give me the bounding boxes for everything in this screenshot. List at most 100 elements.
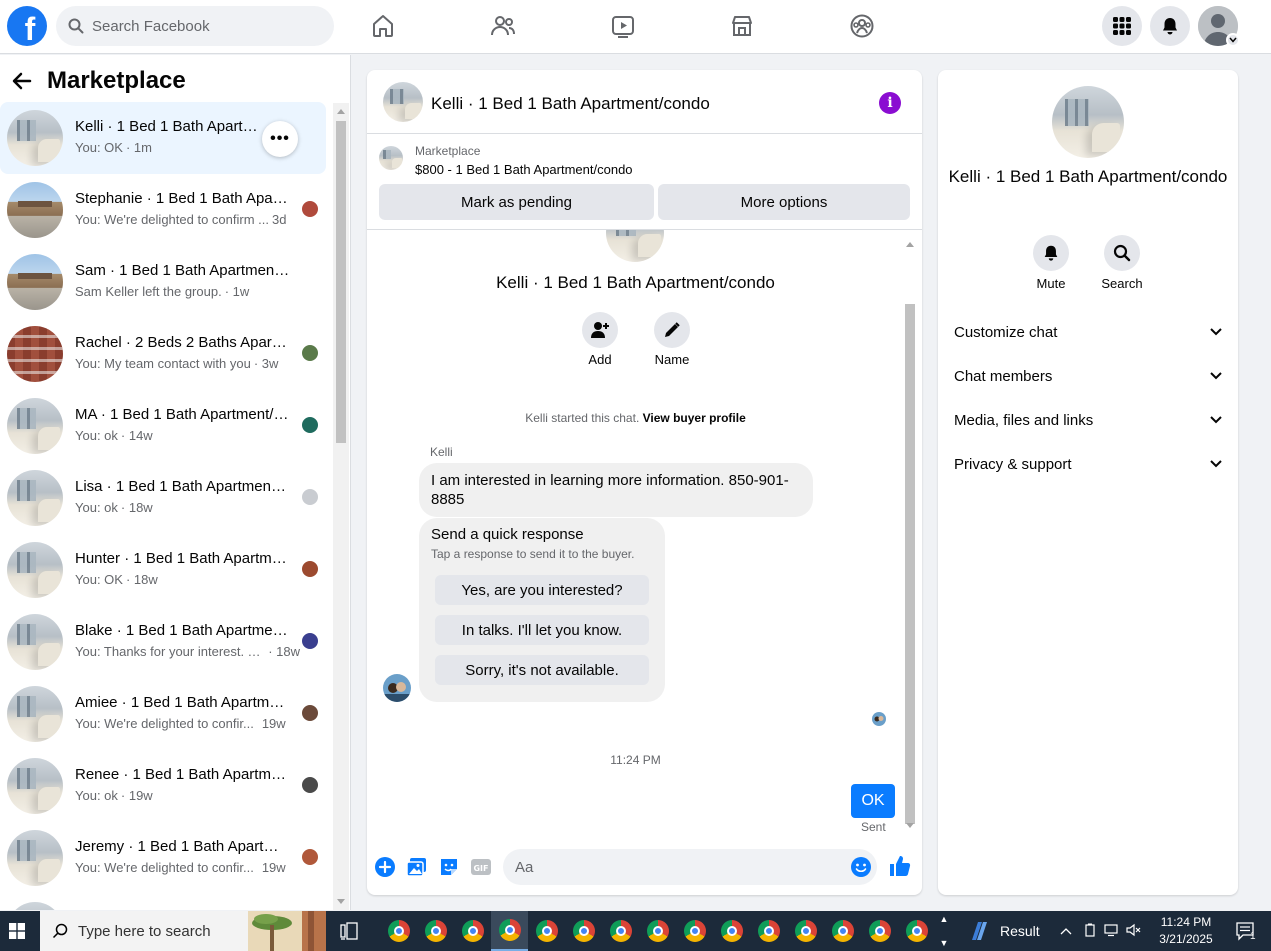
chrome-app-icon[interactable]	[824, 911, 861, 951]
conversation-item[interactable]: Stephanie · 1 Bed 1 Bath Apartment/condo…	[0, 174, 326, 246]
conversation-item[interactable]: Kelli · 1 Bed 1 Bath Apartment/condo You…	[0, 102, 326, 174]
quick-response-button[interactable]: Yes, are you interested?	[435, 575, 649, 605]
home-icon[interactable]	[367, 10, 399, 42]
conversation-item[interactable]: MA · 1 Bed 1 Bath Apartment/condo You: o…	[0, 390, 326, 462]
message-input-box[interactable]	[503, 849, 877, 885]
incoming-message: I am interested in learning more informa…	[419, 463, 813, 517]
chrome-app-icon[interactable]	[417, 911, 454, 951]
mute-button[interactable]	[1033, 235, 1069, 271]
chat-members-section[interactable]: Chat members	[954, 356, 1222, 396]
listing-thumbnail[interactable]	[383, 82, 423, 122]
chrome-app-icon[interactable]	[898, 911, 935, 951]
photo-icon[interactable]	[406, 856, 428, 878]
thumbs-up-icon[interactable]	[888, 854, 912, 878]
conversation-item[interactable]: Rachel · 2 Beds 2 Baths Apartment/condo …	[0, 318, 326, 390]
view-buyer-profile-link[interactable]: View buyer profile	[643, 411, 746, 425]
chevron-down-icon[interactable]	[1226, 33, 1240, 47]
section-label: Customize chat	[954, 323, 1058, 341]
gif-icon[interactable]: GIF	[470, 856, 492, 878]
windows-start-icon[interactable]	[0, 911, 34, 951]
chevron-down-icon	[1210, 460, 1222, 468]
chrome-app-icon[interactable]	[787, 911, 824, 951]
chrome-app-icon[interactable]	[750, 911, 787, 951]
scrollbar-thumb[interactable]	[905, 304, 915, 824]
widget-result[interactable]: Result	[968, 911, 1040, 951]
chat-title[interactable]: Kelli · 1 Bed 1 Bath Apartment/condo	[431, 94, 710, 114]
marketplace-icon[interactable]	[726, 10, 758, 42]
scroll-up-icon[interactable]	[337, 109, 345, 114]
emoji-icon[interactable]	[850, 856, 872, 883]
conversation-item[interactable]: Blake · 1 Bed 1 Bath Apartment/condo You…	[0, 606, 326, 678]
chrome-app-icon[interactable]	[676, 911, 713, 951]
groups-icon[interactable]	[846, 10, 878, 42]
conversation-item[interactable]: Lisa · 1 Bed 1 Bath Apartment/condo You:…	[0, 462, 326, 534]
search-chat-button[interactable]	[1104, 235, 1140, 271]
watch-icon[interactable]	[607, 10, 639, 42]
media-files-section[interactable]: Media, files and links	[954, 400, 1222, 440]
conversation-item[interactable]: Sam · 1 Bed 1 Bath Apartment/condo Sam K…	[0, 246, 326, 318]
section-label: Privacy & support	[954, 455, 1072, 473]
chrome-app-icon[interactable]	[713, 911, 750, 951]
chevron-up-icon[interactable]	[1060, 924, 1072, 938]
task-view-icon[interactable]	[340, 921, 360, 946]
top-navbar: f	[0, 0, 1271, 54]
listing-name[interactable]: $800 - 1 Bed 1 Bath Apartment/condo	[415, 162, 633, 177]
scroll-down-icon[interactable]	[906, 823, 914, 828]
friends-icon[interactable]	[487, 10, 519, 42]
chrome-app-icon[interactable]	[565, 911, 602, 951]
mark-pending-button[interactable]: Mark as pending	[379, 184, 654, 220]
conversation-item[interactable]: Renee · 1 Bed 1 Bath Apartment/condo You…	[0, 750, 326, 822]
quick-response-button[interactable]: Sorry, it's not available.	[435, 655, 649, 685]
conversation-item[interactable]: Amiee · 1 Bed 1 Bath Apartment/condo You…	[0, 678, 326, 750]
menu-grid-icon[interactable]	[1102, 6, 1142, 46]
add-person-icon	[591, 322, 609, 338]
system-clock[interactable]: 11:24 PM 3/21/2025	[1152, 914, 1220, 948]
taskbar-search-input[interactable]	[78, 922, 238, 940]
quick-response-title: Send a quick response	[431, 526, 584, 543]
battery-icon[interactable]	[1084, 923, 1096, 940]
chrome-app-icon[interactable]	[454, 911, 491, 951]
chrome-app-icon[interactable]	[861, 911, 898, 951]
info-icon[interactable]: i	[879, 92, 901, 114]
notifications-bell-icon[interactable]	[1150, 6, 1190, 46]
plus-icon[interactable]	[374, 856, 396, 878]
privacy-support-section[interactable]: Privacy & support	[954, 444, 1222, 484]
listing-thumbnail	[7, 614, 63, 670]
volume-muted-icon[interactable]	[1126, 923, 1142, 940]
more-options-button[interactable]: More options	[658, 184, 910, 220]
chevron-up-icon[interactable]: ▲	[940, 914, 949, 924]
scroll-down-icon[interactable]	[337, 899, 345, 904]
facebook-logo-icon[interactable]: f	[7, 6, 47, 46]
chrome-app-icon[interactable]	[491, 911, 528, 951]
message-thread: Kelli · 1 Bed 1 Bath Apartment/condo Add…	[367, 230, 922, 838]
sidebar-scrollbar[interactable]	[333, 103, 349, 910]
customize-chat-section[interactable]: Customize chat	[954, 312, 1222, 352]
thread-scrollbar[interactable]	[903, 236, 917, 834]
search-bar[interactable]	[56, 6, 334, 46]
listing-thumbnail[interactable]	[379, 146, 403, 170]
chrome-app-icon[interactable]	[528, 911, 565, 951]
network-icon[interactable]	[1104, 923, 1120, 940]
message-input[interactable]	[515, 858, 815, 876]
conversation-item[interactable]: Jeremy · 1 Bed 1 Bath Apartment/condo Yo…	[0, 822, 326, 894]
chevron-down-icon	[1210, 416, 1222, 424]
chrome-app-icon[interactable]	[602, 911, 639, 951]
action-center-icon[interactable]: 1	[1228, 911, 1264, 951]
quick-response-subtitle: Tap a response to send it to the buyer.	[431, 547, 635, 561]
back-arrow-icon[interactable]	[10, 69, 34, 98]
bell-icon	[1044, 245, 1058, 261]
sticker-icon[interactable]	[438, 856, 460, 878]
search-input[interactable]	[92, 17, 312, 35]
edit-name-button[interactable]	[654, 312, 690, 348]
scroll-up-icon[interactable]	[906, 242, 914, 247]
quick-response-button[interactable]: In talks. I'll let you know.	[435, 615, 649, 645]
conversation-item[interactable]	[0, 894, 326, 910]
taskbar-scroll[interactable]: ▲ ▼	[936, 911, 952, 951]
chrome-app-icon[interactable]	[639, 911, 676, 951]
chevron-down-icon[interactable]: ▼	[940, 938, 949, 948]
chrome-app-icon[interactable]	[380, 911, 417, 951]
scrollbar-thumb[interactable]	[336, 121, 346, 443]
add-people-button[interactable]	[582, 312, 618, 348]
more-options-icon[interactable]: •••	[262, 121, 298, 157]
conversation-item[interactable]: Hunter · 1 Bed 1 Bath Apartment/condo Yo…	[0, 534, 326, 606]
